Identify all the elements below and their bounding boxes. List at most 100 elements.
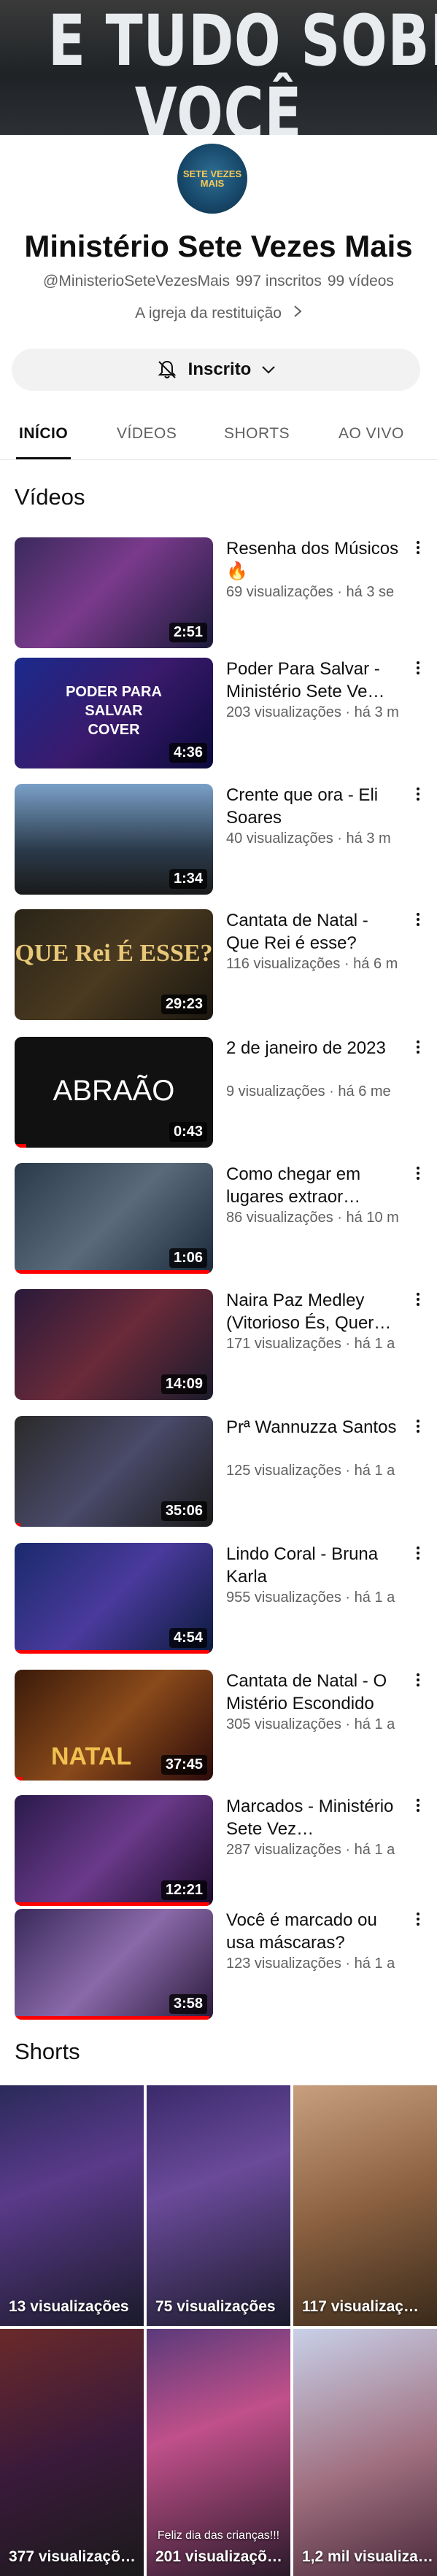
more-vert-icon[interactable] bbox=[413, 1291, 423, 1312]
video-meta: 287 visualizações · há 1 a bbox=[226, 1842, 395, 1858]
more-vert-icon[interactable] bbox=[413, 1544, 423, 1566]
video-thumbnail[interactable]: 3:58 bbox=[15, 1909, 213, 2020]
watch-progress-bar bbox=[15, 1270, 209, 1274]
video-duration: 1:06 bbox=[169, 1248, 207, 1268]
video-item[interactable]: 1:34 Crente que ora - Eli Soares 40 visual… bbox=[0, 784, 437, 900]
short-item[interactable]: Feliz dia das crianças!!! 201 visualizaçõ… bbox=[147, 2329, 290, 2576]
video-thumbnail[interactable]: 12:21 bbox=[15, 1795, 213, 1906]
watch-progress-bar bbox=[15, 1650, 209, 1654]
thumbnail-text: ABRAÃO bbox=[53, 1075, 175, 1107]
subscribed-label: Inscrito bbox=[187, 359, 252, 379]
channel-description-link[interactable]: A igreja da restituição bbox=[0, 305, 437, 322]
video-title[interactable]: Você é marcado ou usa máscaras? bbox=[226, 1909, 401, 1954]
video-item[interactable]: QUE Rei É ESSE? 29:23 Cantata de Natal - Q… bbox=[0, 909, 437, 1026]
video-meta: 125 visualizações · há 1 a bbox=[226, 1463, 395, 1479]
more-vert-icon[interactable] bbox=[413, 785, 423, 807]
video-item[interactable]: 1:06 Como chegar em lugares extraor… 86 vi… bbox=[0, 1163, 437, 1280]
video-item[interactable]: ABRAÃO 0:43 2 de janeiro de 2023 9 visualiz… bbox=[0, 1037, 437, 1153]
video-thumbnail[interactable]: 2:51 bbox=[15, 537, 213, 648]
video-item[interactable]: 12:21 Marcados - Ministério Sete Vez… 287 … bbox=[0, 1795, 437, 1912]
short-view-count: 1,2 mil visualiza… bbox=[302, 2548, 433, 2565]
video-title[interactable]: Cantata de Natal - O Mistério Escondido bbox=[226, 1670, 401, 1715]
video-thumbnail[interactable]: 4:54 bbox=[15, 1543, 213, 1654]
shorts-grid: 13 visualizações 75 visualizações 117 visu… bbox=[0, 2085, 437, 2576]
short-view-count: 13 visualizações bbox=[9, 2298, 129, 2315]
video-item[interactable]: PODER PARA SALVAR COVER 4:36 Poder Para Sa… bbox=[0, 658, 437, 774]
tab-ao-vivo[interactable]: AO VIVO bbox=[339, 408, 404, 459]
video-meta: 955 visualizações · há 1 a bbox=[226, 1589, 395, 1606]
video-title[interactable]: Crente que ora - Eli Soares bbox=[226, 784, 401, 829]
channel-banner: E TUDO SOBRE VOCÊ bbox=[0, 0, 437, 135]
tab-videos[interactable]: VÍDEOS bbox=[117, 408, 177, 459]
video-thumbnail[interactable]: ABRAÃO 0:43 bbox=[15, 1037, 213, 1148]
video-item[interactable]: 3:58 Você é marcado ou usa máscaras? 123 v… bbox=[0, 1909, 437, 2026]
more-vert-icon[interactable] bbox=[413, 1038, 423, 1060]
video-thumbnail[interactable]: 14:09 bbox=[15, 1289, 213, 1400]
short-item[interactable]: 117 visualizaç… bbox=[293, 2085, 437, 2326]
video-title[interactable]: Marcados - Ministério Sete Vez… bbox=[226, 1795, 401, 1840]
video-meta: 123 visualizações · há 1 a bbox=[226, 1956, 395, 1972]
more-vert-icon[interactable] bbox=[413, 1417, 423, 1439]
video-duration: 1:34 bbox=[169, 869, 207, 889]
video-title[interactable]: Lindo Coral - Bruna Karla bbox=[226, 1543, 401, 1588]
banner-line-2: VOCÊ bbox=[134, 73, 303, 135]
video-title[interactable]: Como chegar em lugares extraor… bbox=[226, 1163, 401, 1208]
video-meta: 9 visualizações · há 6 me bbox=[226, 1083, 391, 1100]
watch-progress-bar bbox=[15, 1523, 21, 1527]
video-item[interactable]: 4:54 Lindo Coral - Bruna Karla 955 visuali… bbox=[0, 1543, 437, 1659]
video-duration: 12:21 bbox=[161, 1880, 207, 1900]
short-item[interactable]: 13 visualizações bbox=[0, 2085, 144, 2326]
short-view-count: 75 visualizações bbox=[155, 2298, 276, 2315]
video-title[interactable]: 2 de janeiro de 2023 bbox=[226, 1037, 401, 1059]
video-duration: 29:23 bbox=[161, 995, 207, 1014]
video-thumbnail[interactable]: PODER PARA SALVAR COVER 4:36 bbox=[15, 658, 213, 768]
video-item[interactable]: 2:51 Resenha dos Músicos 🔥 69 visualizaçõe… bbox=[0, 537, 437, 654]
short-view-count: 377 visualizaçõ… bbox=[9, 2548, 136, 2565]
video-meta: 116 visualizações · há 6 m bbox=[226, 956, 398, 972]
video-title[interactable]: Cantata de Natal - Que Rei é esse? bbox=[226, 909, 401, 954]
video-meta: 69 visualizações · há 3 se bbox=[226, 584, 395, 600]
video-item[interactable]: 35:06 Prª Wannuzza Santos 125 visualizaçõe… bbox=[0, 1416, 437, 1533]
short-item[interactable]: 75 visualizações bbox=[147, 2085, 290, 2326]
video-thumbnail[interactable]: 35:06 bbox=[15, 1416, 213, 1527]
videos-section-title: Vídeos bbox=[15, 484, 85, 510]
video-title[interactable]: Resenha dos Músicos 🔥 bbox=[226, 537, 401, 583]
channel-link-text: A igreja da restituição bbox=[135, 305, 282, 322]
bell-off-icon bbox=[156, 359, 178, 381]
video-thumbnail[interactable]: QUE Rei É ESSE? 29:23 bbox=[15, 909, 213, 1020]
video-title[interactable]: Prª Wannuzza Santos bbox=[226, 1416, 401, 1439]
video-item[interactable]: 14:09 Naira Paz Medley (Vitorioso És, Que… bbox=[0, 1289, 437, 1406]
video-meta: 86 visualizações · há 10 m bbox=[226, 1210, 399, 1226]
channel-name: Ministério Sete Vezes Mais bbox=[24, 229, 413, 263]
video-duration: 3:58 bbox=[169, 1994, 207, 2014]
watch-progress-bar bbox=[15, 1777, 23, 1781]
more-vert-icon[interactable] bbox=[413, 1164, 423, 1186]
video-duration: 4:36 bbox=[169, 743, 207, 763]
more-vert-icon[interactable] bbox=[413, 1797, 423, 1818]
video-title[interactable]: Poder Para Salvar - Ministério Sete Ve… bbox=[226, 658, 401, 703]
tab-shorts[interactable]: SHORTS bbox=[224, 408, 290, 459]
more-vert-icon[interactable] bbox=[413, 1671, 423, 1693]
watch-progress-bar bbox=[15, 1144, 27, 1148]
video-meta: 305 visualizações · há 1 a bbox=[226, 1716, 395, 1732]
short-overlay-text: Feliz dia das crianças!!! bbox=[157, 2529, 280, 2542]
more-vert-icon[interactable] bbox=[413, 659, 423, 681]
video-thumbnail[interactable]: 1:34 bbox=[15, 784, 213, 895]
video-meta: 203 visualizações · há 3 m bbox=[226, 704, 399, 720]
short-item[interactable]: 1,2 mil visualiza… bbox=[293, 2329, 437, 2576]
banner-line-1: E TUDO SOBRE bbox=[47, 0, 437, 82]
video-item[interactable]: NATAL 37:45 Cantata de Natal - O Mistério … bbox=[0, 1670, 437, 1786]
video-thumbnail[interactable]: NATAL 37:45 bbox=[15, 1670, 213, 1781]
video-title[interactable]: Naira Paz Medley (Vitorioso És, Quer… bbox=[226, 1289, 401, 1334]
video-count: 99 vídeos bbox=[327, 273, 394, 289]
more-vert-icon[interactable] bbox=[413, 1910, 423, 1932]
avatar-logo-text: SETE VEZES MAIS bbox=[182, 168, 242, 189]
subscribed-button[interactable]: Inscrito bbox=[12, 349, 420, 391]
video-thumbnail[interactable]: 1:06 bbox=[15, 1163, 213, 1274]
channel-handle: @MinisterioSeteVezesMais bbox=[43, 273, 230, 289]
more-vert-icon[interactable] bbox=[413, 539, 423, 561]
short-item[interactable]: 377 visualizaçõ… bbox=[0, 2329, 144, 2576]
more-vert-icon[interactable] bbox=[413, 911, 423, 933]
channel-avatar[interactable]: SETE VEZES MAIS bbox=[177, 144, 247, 214]
tab-inicio[interactable]: INÍCIO bbox=[15, 408, 71, 459]
